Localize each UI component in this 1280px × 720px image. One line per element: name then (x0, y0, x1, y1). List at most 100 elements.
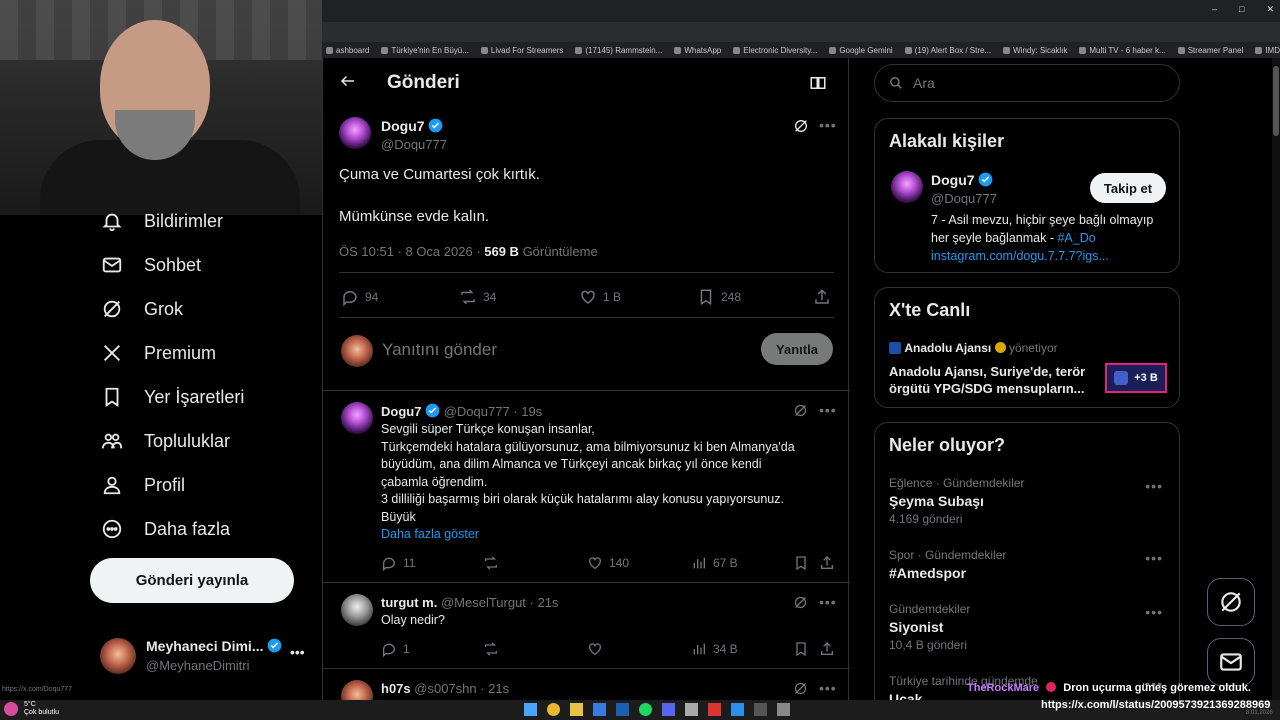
more-options-icon[interactable]: ••• (1145, 478, 1163, 494)
app-icon[interactable] (708, 703, 721, 716)
folder-icon[interactable] (570, 703, 583, 716)
avatar[interactable] (339, 117, 371, 149)
live-text[interactable]: Anadolu Ajansı, Suriye'de, terör örgütü … (889, 363, 1101, 397)
more-options-icon[interactable]: ••• (1145, 550, 1163, 566)
reply-button[interactable]: 94 (341, 288, 378, 306)
app-icon[interactable] (754, 703, 767, 716)
author-name-row[interactable]: Dogu7 (381, 118, 443, 134)
more-options-icon[interactable]: ••• (1145, 604, 1163, 620)
nav-item-bookmarks[interactable]: Yer İşaretleri (100, 382, 244, 412)
grok-fab[interactable] (1207, 578, 1255, 626)
discord-icon[interactable] (662, 703, 675, 716)
grok-icon[interactable] (793, 118, 809, 139)
share-button[interactable] (819, 555, 835, 571)
like-button[interactable]: 1 B (579, 288, 621, 306)
related-bio-link[interactable]: instagram.com/dogu.7.7.7?igs... (931, 247, 1166, 265)
more-options-icon[interactable]: ••• (819, 594, 837, 610)
follow-button[interactable]: Takip et (1090, 173, 1166, 203)
reply-post[interactable]: Dogu7 @Doqu777 · 19s ••• Sevgili süper T… (323, 390, 850, 580)
author-name[interactable]: Dogu7 (381, 404, 421, 419)
author-name[interactable]: turgut m. (381, 595, 437, 610)
author-name[interactable]: h07s (381, 681, 411, 696)
grok-icon[interactable] (793, 681, 808, 700)
more-options-icon[interactable]: ••• (819, 680, 837, 696)
bookmark-item[interactable]: Streamer Panel (1177, 46, 1243, 55)
nav-item-premium[interactable]: Premium (100, 338, 216, 368)
steam-icon[interactable] (616, 703, 629, 716)
app-icon[interactable] (777, 703, 790, 716)
bookmark-item[interactable]: IMDb: Ratings, Revi... (1255, 46, 1280, 55)
bookmark-item[interactable]: Windy: Sicaklık (1003, 46, 1067, 55)
nav-item-notifications[interactable]: Bildirimler (100, 206, 223, 236)
bookmark-item[interactable]: Google Gemini (829, 46, 893, 55)
bookmark-item[interactable]: (17145) Rammstein... (575, 46, 662, 55)
more-options-icon[interactable]: ••• (290, 644, 305, 660)
search-input[interactable]: Ara (874, 64, 1180, 102)
reply-button[interactable]: 11 (381, 555, 415, 571)
post-button[interactable]: Gönderi yayınla (90, 558, 294, 603)
reply-input[interactable]: Yanıtını gönder (382, 340, 497, 360)
minimize-icon[interactable]: – (1212, 4, 1217, 15)
share-button[interactable] (813, 288, 831, 306)
close-icon[interactable]: ✕ (1266, 4, 1274, 15)
bookmark-button[interactable] (793, 555, 809, 571)
repost-button[interactable] (483, 641, 499, 657)
author-handle[interactable]: @MeselTurgut · 21s (441, 595, 558, 610)
more-options-icon[interactable]: ••• (819, 402, 837, 418)
reply-post[interactable]: h07s @s007shn · 21s ••• (323, 668, 850, 700)
weather-widget[interactable]: 5°C Çok bulutlu (24, 701, 59, 717)
bookmark-item[interactable]: (19) Alert Box / Stre... (904, 46, 991, 55)
post-time[interactable]: ÖS 10:51 · 8 Oca 2026 · (339, 244, 484, 259)
reply-post[interactable]: turgut m. @MeselTurgut · 21s ••• Olay ne… (323, 582, 850, 668)
bookmark-item[interactable]: Electronic Diversity... (733, 46, 817, 55)
maximize-icon[interactable]: □ (1239, 4, 1244, 15)
spotify-icon[interactable] (639, 703, 652, 716)
related-handle[interactable]: @Doqu777 (931, 191, 997, 206)
trend-item[interactable]: Gündemdekiler Siyonist 10,4 B gönderi ••… (889, 602, 1169, 652)
grok-icon[interactable] (793, 403, 808, 423)
reply-button[interactable]: 1 (381, 641, 410, 657)
browser-address-bar[interactable]: ▭ ⚲ ☆ ✦ ▯ ● ⋮ (322, 22, 1280, 58)
messages-fab[interactable] (1207, 638, 1255, 686)
bookmark-item[interactable]: Livad For Streamers (480, 46, 563, 55)
bookmark-item[interactable]: Türkiye'nin En Büyü... (381, 46, 469, 55)
author-handle[interactable]: @s007shn · 21s (414, 681, 509, 696)
windows-start-icon[interactable] (524, 703, 537, 716)
repost-button[interactable]: 34 (459, 288, 496, 306)
nav-item-chat[interactable]: Sohbet (100, 250, 201, 280)
nav-item-communities[interactable]: Topluluklar (100, 426, 230, 456)
nav-item-grok[interactable]: Grok (100, 294, 183, 324)
bookmark-item[interactable]: WhatsApp (674, 46, 721, 55)
app-icon[interactable] (685, 703, 698, 716)
share-button[interactable] (819, 641, 835, 657)
related-name-row[interactable]: Dogu7 (931, 172, 993, 188)
avatar[interactable] (891, 171, 923, 203)
trend-item[interactable]: Spor · Gündemdekiler #Amedspor ••• (889, 548, 1169, 581)
bookmark-button[interactable]: 248 (697, 288, 741, 306)
live-listeners-badge[interactable]: +3 B (1105, 363, 1167, 393)
avatar[interactable] (341, 594, 373, 626)
related-bio-hashtag[interactable]: #A_Do (1057, 231, 1095, 245)
back-arrow-icon[interactable] (339, 72, 357, 95)
like-button[interactable]: 140 (587, 555, 629, 571)
trend-item[interactable]: Eğlence · Gündemdekiler Şeyma Subaşı 4.1… (889, 476, 1169, 526)
author-handle[interactable]: @Doqu777 (381, 137, 447, 152)
reply-submit-button[interactable]: Yanıtla (761, 333, 833, 365)
account-switcher[interactable]: Meyhaneci Dimi... @MeyhaneDimitri ••• (100, 636, 320, 680)
grok-icon[interactable] (793, 595, 808, 615)
scrollbar[interactable] (1272, 58, 1280, 700)
like-button[interactable] (587, 641, 603, 657)
more-options-icon[interactable]: ••• (819, 117, 837, 133)
bookmark-item[interactable]: Multi TV - 6 haber k... (1079, 46, 1166, 55)
author-handle[interactable]: @Doqu777 · 19s (444, 404, 542, 419)
nav-item-more[interactable]: Daha fazla (100, 514, 230, 544)
live-host-row[interactable]: Anadolu Ajansı yönetiyor (889, 341, 1058, 355)
avatar[interactable] (341, 680, 373, 700)
scrollbar-thumb[interactable] (1273, 66, 1279, 136)
avatar[interactable] (341, 402, 373, 434)
nav-item-profile[interactable]: Profil (100, 470, 185, 500)
app-icon[interactable] (593, 703, 606, 716)
app-icon[interactable] (731, 703, 744, 716)
chrome-icon[interactable] (547, 703, 560, 716)
bookmark-button[interactable] (793, 641, 809, 657)
